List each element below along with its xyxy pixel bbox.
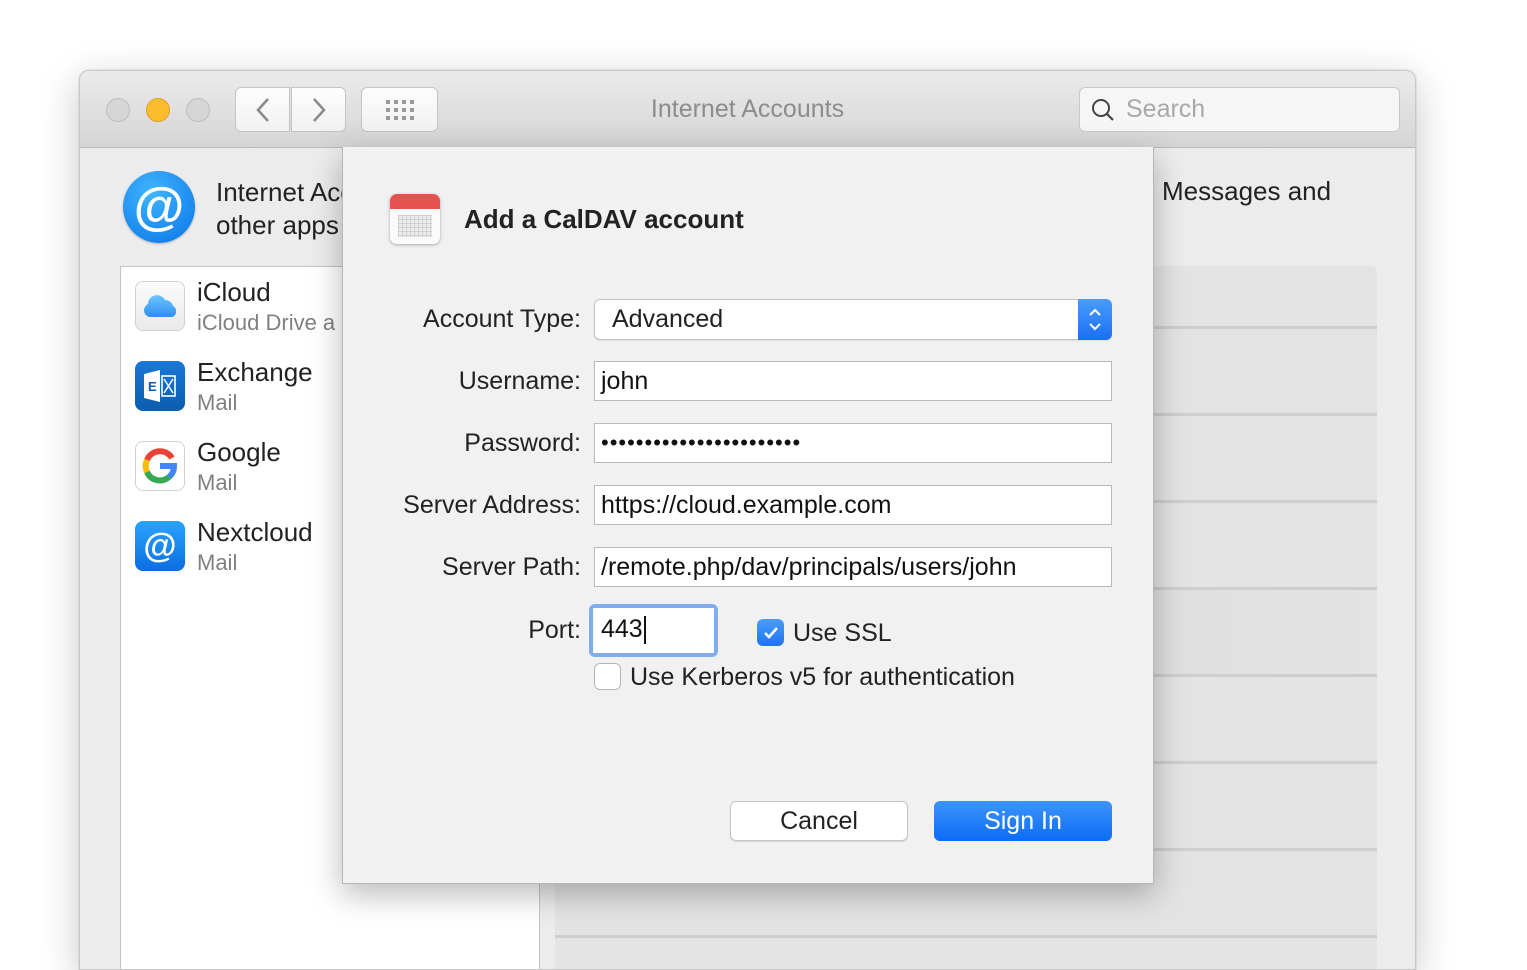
port-field[interactable]: 443 [593, 608, 714, 653]
account-type-value: Advanced [612, 305, 723, 333]
divider [555, 935, 1377, 938]
intro-line-2: other apps [216, 209, 346, 242]
exchange-icon: E [135, 361, 185, 411]
password-field[interactable]: ••••••••••••••••••••••• [594, 423, 1112, 463]
checkmark-icon [762, 625, 780, 641]
account-type-select[interactable]: Advanced [594, 299, 1112, 340]
account-type-label: Account Type: [423, 305, 581, 334]
server-path-field[interactable]: /remote.php/dav/principals/users/john [594, 547, 1112, 587]
sign-in-button[interactable]: Sign In [934, 801, 1112, 841]
account-name: Google [197, 437, 281, 468]
internet-accounts-logo-icon: @ [123, 171, 195, 243]
server-address-field[interactable]: https://cloud.example.com [594, 485, 1112, 525]
account-subtitle: iCloud Drive a [197, 310, 335, 336]
kerberos-checkbox[interactable] [594, 663, 621, 690]
port-label: Port: [528, 616, 581, 645]
intro-description-continued: Messages and [1162, 176, 1331, 207]
port-field-focus-ring[interactable]: 443 [589, 604, 718, 657]
username-label: Username: [459, 367, 581, 396]
kerberos-label[interactable]: Use Kerberos v5 for authentication [630, 663, 1015, 692]
intro-description: Internet Accounts other apps [216, 176, 346, 242]
port-value: 443 [601, 615, 643, 643]
icloud-icon [135, 281, 185, 331]
google-icon [135, 441, 185, 491]
search-placeholder: Search [1126, 95, 1205, 124]
server-path-label: Server Path: [442, 553, 581, 582]
chevron-down-icon [1088, 322, 1102, 331]
username-field[interactable]: john [594, 361, 1112, 401]
chevron-up-icon [1088, 308, 1102, 317]
server-address-label: Server Address: [403, 491, 581, 520]
cancel-button[interactable]: Cancel [730, 801, 908, 841]
sheet-title: Add a CalDAV account [464, 204, 744, 235]
account-name: iCloud [197, 277, 271, 308]
text-caret [644, 616, 646, 644]
account-subtitle: Mail [197, 390, 237, 416]
svg-text:E: E [148, 379, 157, 394]
account-subtitle: Mail [197, 470, 237, 496]
use-ssl-checkbox[interactable] [757, 619, 784, 646]
calendar-icon [390, 194, 440, 244]
account-name: Exchange [197, 357, 313, 388]
title-bar: Internet Accounts Search [80, 71, 1415, 148]
password-label: Password: [464, 429, 581, 458]
account-subtitle: Mail [197, 550, 237, 576]
account-name: Nextcloud [197, 517, 313, 548]
intro-line-1: Internet Accounts [216, 176, 346, 209]
at-icon: @ [135, 521, 185, 571]
use-ssl-label[interactable]: Use SSL [793, 619, 892, 648]
search-field[interactable]: Search [1079, 87, 1400, 132]
add-caldav-account-sheet: Add a CalDAV account Account Type: Advan… [342, 147, 1154, 884]
search-icon [1090, 97, 1116, 123]
select-stepper[interactable] [1078, 299, 1112, 340]
